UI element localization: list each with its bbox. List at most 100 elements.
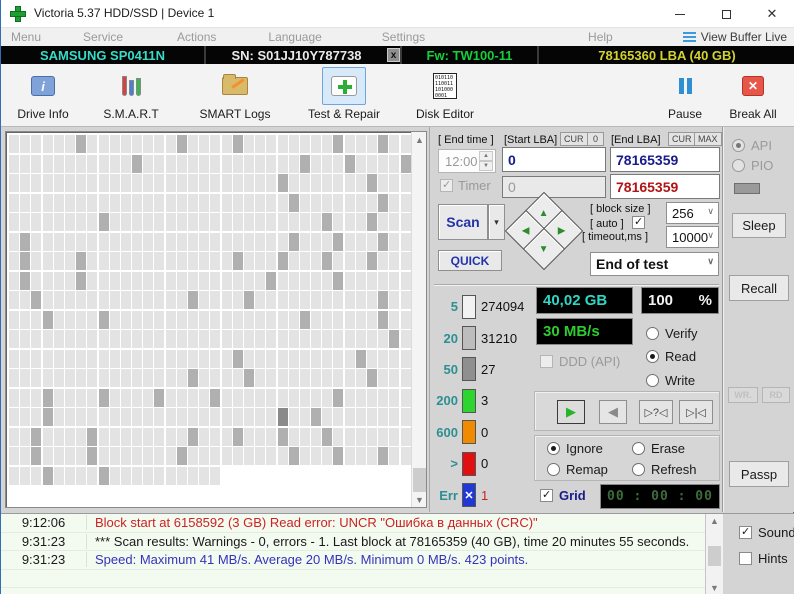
block-cell — [53, 447, 64, 465]
api-radio[interactable] — [732, 139, 745, 152]
menu-item-help[interactable]: Help — [582, 30, 619, 44]
scan-button[interactable]: Scan — [438, 204, 488, 240]
auto-checkbox[interactable] — [632, 215, 645, 229]
play-forward-button[interactable]: ▶ — [557, 400, 585, 424]
scroll-down-icon[interactable]: ▼ — [706, 581, 723, 594]
maximize-button[interactable] — [703, 0, 749, 28]
play-icon: ▶ — [566, 404, 576, 419]
menu-item-menu[interactable]: Menu — [5, 30, 47, 44]
start-lba-input[interactable]: 0 — [502, 147, 606, 172]
test-repair-button[interactable]: Test & Repair — [293, 67, 395, 126]
menu-item-language[interactable]: Language — [262, 30, 327, 44]
rd-button[interactable]: RD — [762, 387, 790, 403]
block-cell — [322, 330, 333, 348]
block-cell — [232, 213, 243, 231]
seek-end-button[interactable]: ▷|◁ — [679, 400, 713, 424]
block-cell — [311, 135, 322, 153]
wr-button[interactable]: WR. — [728, 387, 758, 403]
scrollbar-thumb[interactable] — [708, 546, 721, 566]
block-cell — [210, 232, 221, 251]
end-lba-result-input[interactable]: 78165359 — [610, 174, 720, 199]
sound-checkbox[interactable] — [739, 525, 752, 539]
scroll-up-icon[interactable]: ▲ — [706, 514, 723, 528]
end-lba-cur-button[interactable]: CUR — [668, 132, 696, 146]
passp-button[interactable]: Passp — [729, 461, 789, 487]
hints-checkbox[interactable] — [739, 552, 752, 565]
close-button[interactable]: ✕ — [749, 0, 794, 28]
quick-button[interactable]: QUICK — [438, 250, 502, 271]
block-cell — [9, 310, 19, 329]
block-cell — [232, 252, 243, 270]
menu-item-service[interactable]: Service — [77, 30, 129, 44]
block-cell — [98, 447, 109, 465]
block-cell — [367, 174, 377, 192]
disk-editor-button[interactable]: 010110 110011 101000 0001 Disk Editor — [405, 67, 485, 126]
spinner-arrows[interactable]: ▲ ▼ — [479, 151, 493, 171]
view-buffer-live-button[interactable]: View Buffer Live — [682, 30, 787, 44]
end-lba-input[interactable]: 78165359 — [610, 147, 720, 172]
remap-radio[interactable] — [547, 463, 560, 476]
block-cell — [109, 330, 120, 348]
block-cell — [221, 252, 232, 270]
drive-info-button[interactable]: i Drive Info — [7, 67, 79, 126]
end-of-test-select[interactable]: End of test — [590, 252, 719, 276]
timer-checkbox[interactable] — [440, 178, 453, 192]
end-time-spinner[interactable]: 12:00 ▲ ▼ — [438, 149, 496, 173]
pause-button[interactable]: Pause — [653, 67, 717, 126]
refresh-radio[interactable] — [632, 463, 645, 476]
ddd-api-checkbox[interactable] — [540, 355, 553, 368]
block-cell — [311, 232, 322, 251]
first-aid-icon — [331, 76, 357, 96]
play-reverse-button[interactable]: ◀ — [599, 400, 627, 424]
start-lba-cur-button[interactable]: CUR — [560, 132, 588, 146]
block-cell — [277, 447, 288, 465]
block-cell — [120, 388, 131, 407]
block-cell — [266, 252, 277, 270]
block-cell — [176, 408, 187, 426]
block-cell — [243, 271, 254, 290]
menu-item-actions[interactable]: Actions — [171, 30, 222, 44]
infobar-close-button[interactable]: x — [387, 48, 400, 62]
auto-label: [ auto ] — [590, 218, 624, 230]
read-radio[interactable] — [646, 350, 659, 363]
timer-input[interactable]: 0 — [502, 176, 606, 198]
block-cell — [378, 291, 389, 309]
erase-radio[interactable] — [632, 442, 645, 455]
block-cell — [154, 369, 165, 387]
block-cell — [210, 154, 221, 173]
smart-button[interactable]: S.M.A.R.T — [87, 67, 175, 126]
minimize-button[interactable] — [657, 0, 703, 28]
block-cell — [176, 330, 187, 348]
block-cell — [87, 447, 98, 465]
start-lba-zero-button[interactable]: 0 — [587, 132, 604, 146]
block-cell — [132, 252, 143, 270]
seek-error-button[interactable]: ▷?◁ — [639, 400, 673, 424]
block-cell — [31, 232, 42, 251]
smart-logs-button[interactable]: SMART Logs — [187, 67, 283, 126]
break-all-button[interactable]: ✕ Break All — [717, 67, 789, 126]
ignore-radio[interactable] — [547, 442, 560, 455]
scroll-up-icon[interactable]: ▲ — [412, 132, 427, 147]
block-cell — [31, 349, 42, 368]
log-scrollbar[interactable]: ▲ ▼ — [706, 514, 723, 594]
scroll-down-icon[interactable]: ▼ — [412, 492, 427, 507]
pio-radio[interactable] — [732, 159, 745, 172]
block-cell — [120, 408, 131, 426]
block-cell — [378, 271, 389, 290]
menu-item-settings[interactable]: Settings — [376, 30, 431, 44]
timeout-select[interactable]: 10000 — [666, 226, 719, 248]
grid-checkbox[interactable] — [540, 488, 553, 502]
block-cell — [176, 466, 187, 485]
write-radio[interactable] — [646, 374, 659, 387]
end-lba-max-button[interactable]: MAX — [694, 132, 722, 146]
block-map-scrollbar[interactable]: ▲ ▼ — [411, 132, 426, 507]
sleep-button[interactable]: Sleep — [732, 213, 786, 238]
block-size-select[interactable]: 256 — [666, 202, 719, 224]
scrollbar-thumb[interactable] — [413, 468, 426, 492]
scan-dropdown-button[interactable]: ▾ — [488, 204, 505, 240]
verify-radio[interactable] — [646, 327, 659, 340]
recall-button[interactable]: Recall — [729, 275, 789, 301]
block-cell — [199, 193, 210, 212]
block-cell — [299, 291, 310, 309]
block-cell — [165, 349, 176, 368]
